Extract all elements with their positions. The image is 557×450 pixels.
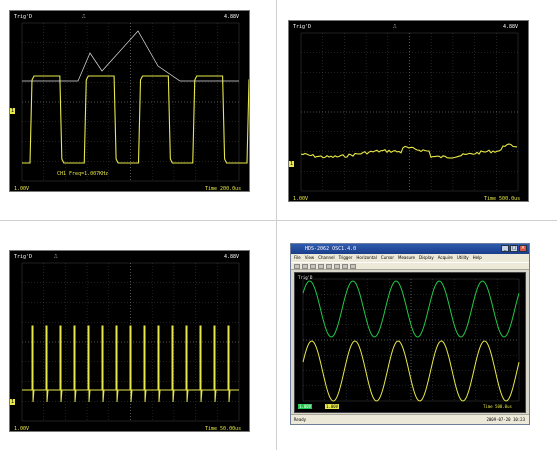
menu-item-utility[interactable]: Utility	[457, 254, 469, 262]
timebase: Time 200.0us	[205, 186, 242, 192]
panel-divider-horizontal	[0, 220, 557, 221]
panel-divider-vertical	[276, 0, 277, 450]
ch2-scale: 1.00V	[325, 404, 340, 409]
channel-scale: 1.00V	[14, 186, 30, 192]
title-bar[interactable]: HDS-2062 OSC1.4.0 _ □ ×	[291, 244, 529, 254]
menu-item-help[interactable]: Help	[473, 254, 482, 262]
toolbar-button-icon[interactable]	[326, 264, 332, 269]
toolbar-button-icon[interactable]	[310, 264, 316, 269]
maximize-button[interactable]: □	[510, 245, 518, 252]
trigger-status: Trig'D	[298, 275, 313, 280]
trigger-level: 4.88V	[224, 254, 240, 260]
toolbar-button-icon[interactable]	[334, 264, 340, 269]
menu-item-display[interactable]: Display	[419, 254, 434, 262]
timebase: Time 500.0us	[484, 196, 521, 202]
toolbar-button-icon[interactable]	[342, 264, 348, 269]
channel-marker: 1	[10, 108, 16, 114]
channel-2-trace	[302, 340, 520, 402]
menu-item-file[interactable]: File	[294, 254, 301, 262]
window-title: HDS-2062 OSC1.4.0	[305, 246, 357, 252]
channel-1-trace	[22, 325, 239, 403]
menu-item-measure[interactable]: Measure	[398, 254, 415, 262]
trigger-status: Trig'D	[293, 24, 312, 30]
scope-screen: Trig'D 1.00V 1.00V Time 500.0us	[294, 272, 526, 413]
channel-marker: 1	[10, 399, 16, 405]
status-datetime: 2009-07-20 10:23	[486, 417, 525, 422]
waveform-display	[21, 22, 249, 182]
toolbar-button-icon[interactable]	[318, 264, 324, 269]
channel-marker: 1	[289, 161, 295, 167]
status-text: Ready	[294, 417, 307, 422]
toolbar	[291, 262, 529, 270]
waveform-display	[302, 278, 520, 402]
channel-1-trace	[22, 75, 249, 164]
oscilloscope-software-window: HDS-2062 OSC1.4.0 _ □ × File View Channel T…	[290, 243, 530, 425]
waveform-display	[300, 32, 519, 192]
trigger-position-icon: ⎍	[54, 254, 58, 260]
menu-item-view[interactable]: View	[305, 254, 315, 262]
toolbar-button-icon[interactable]	[350, 264, 356, 269]
ch1-scale: 1.00V	[298, 404, 313, 409]
trigger-status: Trig'D	[14, 14, 33, 20]
trigger-status: Trig'D	[14, 254, 33, 260]
trigger-position-icon: ⎍	[393, 24, 397, 30]
trigger-position-icon: ⎍	[82, 14, 86, 20]
timebase: Time 500.0us	[483, 404, 512, 409]
menu-item-channel[interactable]: Channel	[318, 254, 334, 262]
frequency-measurement: CH1 Freq=1.007KHz	[57, 171, 109, 177]
trigger-level: 4.88V	[503, 24, 519, 30]
toolbar-button-icon[interactable]	[302, 264, 308, 269]
menu-item-acquire[interactable]: Acquire	[438, 254, 453, 262]
trigger-level: 4.88V	[224, 14, 240, 20]
menu-item-cursor[interactable]: Cursor	[381, 254, 394, 262]
scope-screen-top-right: Trig'D ⎍ 4.88V 1 1.00V Time 500.0us	[288, 20, 529, 202]
menu-item-horizontal[interactable]: Horizontal	[356, 254, 376, 262]
channel-1-trace	[300, 143, 518, 159]
waveform-display	[21, 262, 240, 422]
channel-scale: 1.00V	[293, 196, 309, 202]
minimize-button[interactable]: _	[501, 245, 509, 252]
timebase: Time 50.00us	[205, 426, 242, 432]
menu-item-trigger[interactable]: Trigger	[339, 254, 353, 262]
close-button[interactable]: ×	[519, 245, 527, 252]
menu-bar: File View Channel Trigger Horizontal Cursor Me…	[291, 254, 529, 262]
toolbar-button-icon[interactable]	[294, 264, 300, 269]
scope-screen-top-left: Trig'D ⎍ 4.88V 1 CH1 Freq=1.007KHz 1.00V…	[9, 10, 250, 192]
channel-scale: 1.00V	[14, 426, 30, 432]
scope-screen-bottom-left: Trig'D ⎍ 4.88V 1 1.00V Time 50.00us	[9, 250, 250, 432]
status-bar: Ready 2009-07-20 10:23	[291, 414, 529, 424]
